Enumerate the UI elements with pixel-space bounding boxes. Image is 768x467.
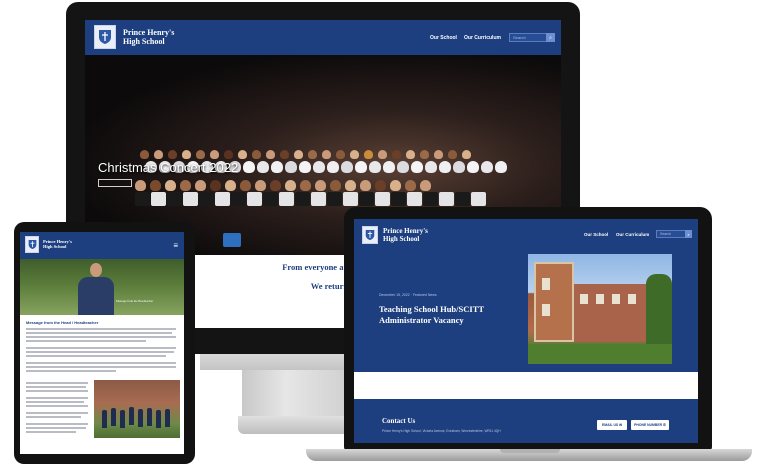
- tablet-screen: Prince Henry's High School ≡ Message fro…: [20, 232, 184, 454]
- person-figure: [147, 408, 152, 426]
- text-line: [26, 405, 88, 407]
- text-line: [26, 397, 88, 399]
- email-us-button[interactable]: EMAIL US ✉: [597, 420, 627, 430]
- post-meta: December 15, 2022 · Featured News: [379, 293, 437, 297]
- school-name-line2: High School: [123, 37, 165, 47]
- laptop-screen: Prince Henry's High School Our School Ou…: [354, 219, 698, 443]
- nav-our-school[interactable]: Our School: [584, 232, 608, 237]
- text-line: [26, 328, 176, 330]
- text-line: [26, 427, 86, 429]
- laptop-notch: [500, 449, 560, 453]
- text-line: [26, 370, 116, 372]
- text-line: [26, 340, 146, 342]
- search-icon[interactable]: ⌕: [685, 230, 692, 238]
- nav-our-school[interactable]: Our School: [430, 35, 457, 41]
- choir-back-row: [140, 150, 471, 159]
- text-line: [26, 351, 174, 353]
- hamburger-menu-icon[interactable]: ≡: [173, 241, 178, 250]
- shield-crest-icon[interactable]: [25, 236, 39, 253]
- person-figure: [102, 410, 107, 428]
- school-name-line2: High School: [43, 244, 67, 250]
- nav-our-curriculum[interactable]: Our Curriculum: [464, 35, 501, 41]
- hero-read-more-button[interactable]: [98, 179, 132, 187]
- window: [580, 294, 588, 304]
- school-name[interactable]: Prince Henry's High School: [123, 28, 174, 46]
- lawn: [528, 344, 672, 364]
- person-figure: [138, 409, 143, 427]
- text-line: [26, 431, 76, 433]
- building-photo: [528, 254, 672, 364]
- shield-crest-icon[interactable]: [362, 226, 378, 244]
- article-heading: Message from the Head / Headteacher: [26, 320, 99, 325]
- school-name-line1: Prince Henry's: [123, 28, 175, 37]
- text-line: [26, 390, 88, 392]
- text-line: [26, 416, 81, 418]
- text-line: [26, 382, 88, 384]
- school-name[interactable]: Prince Henry's High School: [43, 239, 72, 249]
- shield-crest-icon[interactable]: [94, 25, 116, 49]
- text-line: [26, 332, 172, 334]
- headteacher-head: [90, 263, 102, 277]
- person-figure: [165, 409, 170, 427]
- window: [542, 278, 550, 290]
- search-input[interactable]: Search: [656, 230, 686, 238]
- school-name-line2: High School: [383, 235, 420, 244]
- person-figure: [156, 410, 161, 428]
- text-line: [26, 386, 86, 388]
- search-icon[interactable]: ⌕: [546, 33, 555, 42]
- choir-front-row: [135, 180, 431, 191]
- nav-our-curriculum[interactable]: Our Curriculum: [616, 232, 649, 237]
- building-wing: [574, 284, 654, 342]
- school-name[interactable]: Prince Henry's High School: [383, 227, 428, 243]
- site-header: Prince Henry's High School ≡: [20, 232, 184, 259]
- post-title[interactable]: Teaching School Hub/SCITT Administrator …: [379, 304, 519, 327]
- phone-number-button[interactable]: PHONE NUMBER ✆: [631, 420, 669, 430]
- text-line: [26, 355, 166, 357]
- headteacher-hero: Message from the Headteacher: [20, 259, 184, 315]
- choir-folders-row: [135, 192, 486, 206]
- contact-address: Prince Henry's High School, Victoria Ave…: [382, 429, 501, 433]
- person-figure: [120, 410, 125, 428]
- hero-title: Christmas Concert 2022: [98, 160, 239, 175]
- text-line: [26, 412, 88, 414]
- staff-group-photo: [94, 380, 180, 438]
- school-name-line1: Prince Henry's: [383, 227, 428, 235]
- window: [628, 294, 636, 304]
- tree: [646, 274, 672, 344]
- window: [596, 294, 604, 304]
- person-figure: [111, 408, 116, 426]
- window: [612, 294, 620, 304]
- monitor-stand-base: [238, 416, 358, 434]
- white-band: [354, 372, 698, 399]
- window: [542, 304, 550, 316]
- text-line: [26, 366, 176, 368]
- search-input[interactable]: Search: [509, 33, 549, 42]
- text-line: [26, 362, 176, 364]
- hero-caption: Message from the Headteacher: [116, 299, 154, 303]
- building-tower: [534, 262, 574, 342]
- contact-title: Contact Us: [382, 417, 416, 425]
- text-line: [26, 401, 84, 403]
- text-line: [26, 336, 176, 338]
- site-header: Prince Henry's High School Our School Ou…: [85, 20, 561, 55]
- text-line: [26, 347, 176, 349]
- headteacher-body: [78, 277, 114, 315]
- person-figure: [129, 407, 134, 425]
- music-stand: [223, 233, 241, 247]
- text-line: [26, 423, 88, 425]
- monitor-stand: [242, 370, 352, 418]
